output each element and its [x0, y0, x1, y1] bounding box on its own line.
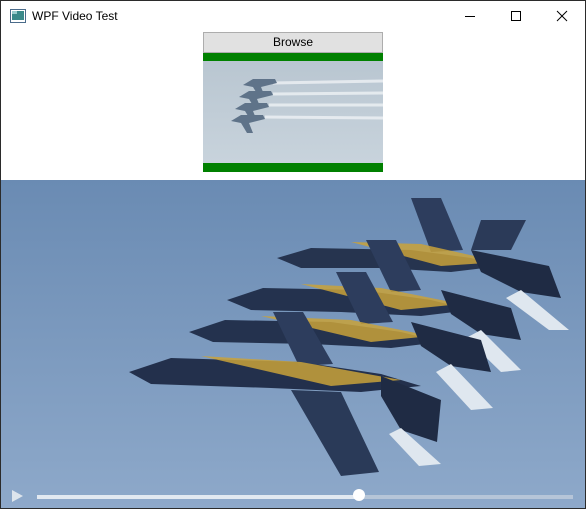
title-bar[interactable]: WPF Video Test — [1, 1, 585, 31]
caption-buttons — [447, 1, 585, 31]
browse-panel: Browse — [203, 32, 384, 172]
video-thumbnail[interactable] — [203, 53, 384, 172]
close-icon — [556, 10, 568, 22]
thumbnail-jets — [231, 79, 384, 133]
play-icon[interactable] — [10, 489, 24, 503]
video-player[interactable] — [1, 180, 585, 508]
media-controls — [1, 482, 585, 508]
maximize-icon — [511, 11, 521, 21]
seek-thumb[interactable] — [352, 489, 365, 501]
window-title: WPF Video Test — [32, 9, 118, 23]
seek-bar-progress — [37, 495, 359, 499]
minimize-button[interactable] — [447, 1, 493, 31]
thumbnail-image — [203, 61, 384, 163]
video-frame — [1, 180, 585, 508]
seek-bar[interactable] — [37, 495, 573, 499]
content-top: Browse — [1, 31, 585, 180]
app-window: WPF Video Test Browse — [0, 0, 586, 509]
app-icon — [10, 9, 26, 23]
close-button[interactable] — [539, 1, 585, 31]
minimize-icon — [465, 16, 475, 17]
maximize-button[interactable] — [493, 1, 539, 31]
browse-button[interactable]: Browse — [203, 32, 383, 53]
